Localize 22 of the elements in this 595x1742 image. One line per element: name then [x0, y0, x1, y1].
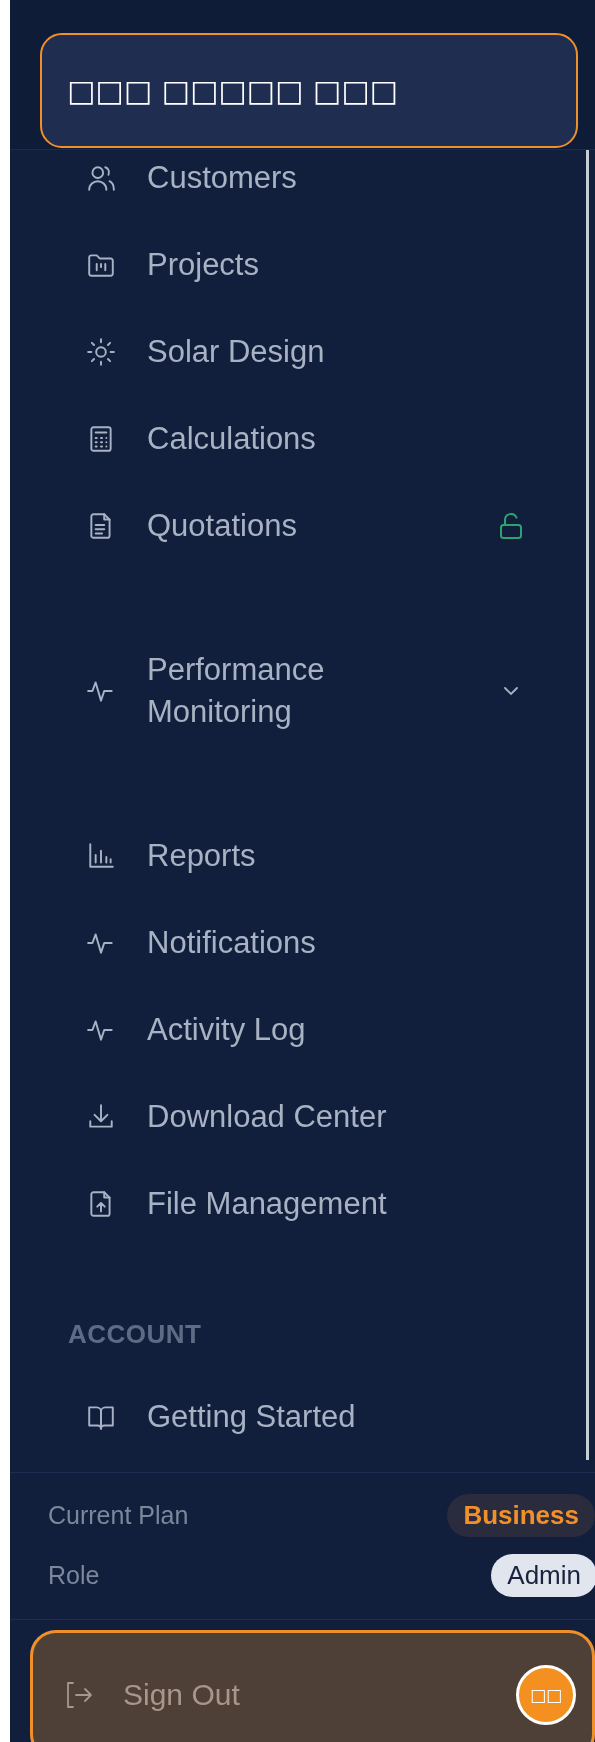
nav-item[interactable]: Download Center	[10, 1073, 586, 1160]
nav-item[interactable]: Projects	[10, 221, 586, 308]
nav-item[interactable]: Reports	[10, 812, 586, 899]
role-badge: Admin	[491, 1553, 595, 1597]
section-heading: ACCOUNT	[68, 1319, 202, 1350]
info-label: Current Plan	[48, 1500, 189, 1530]
nav-item[interactable]: Customers	[10, 150, 586, 221]
nav-item[interactable]: Getting Started	[10, 1373, 586, 1460]
nav-item[interactable]: Performance Monitoring	[10, 569, 586, 812]
nav-item[interactable]: Notifications	[10, 899, 586, 986]
sign-out-button[interactable]: Sign Out □□	[30, 1630, 595, 1742]
brand-header[interactable]: □□□ □□□□□ □□□	[40, 33, 578, 148]
plan-badge: Business	[447, 1493, 595, 1537]
nav-item[interactable]: Activity Log	[10, 986, 586, 1073]
nav-item[interactable]: Solar Design	[10, 308, 586, 395]
nav-item[interactable]: Quotations	[10, 482, 586, 569]
nav-item[interactable]: File Management	[10, 1160, 586, 1247]
sun-icon	[86, 335, 116, 368]
info-label: Role	[48, 1560, 100, 1590]
app-title: □□□ □□□□□ □□□	[67, 73, 398, 108]
avatar-badge: □□	[516, 1665, 576, 1725]
nav-item[interactable]: Calculations	[10, 395, 586, 482]
